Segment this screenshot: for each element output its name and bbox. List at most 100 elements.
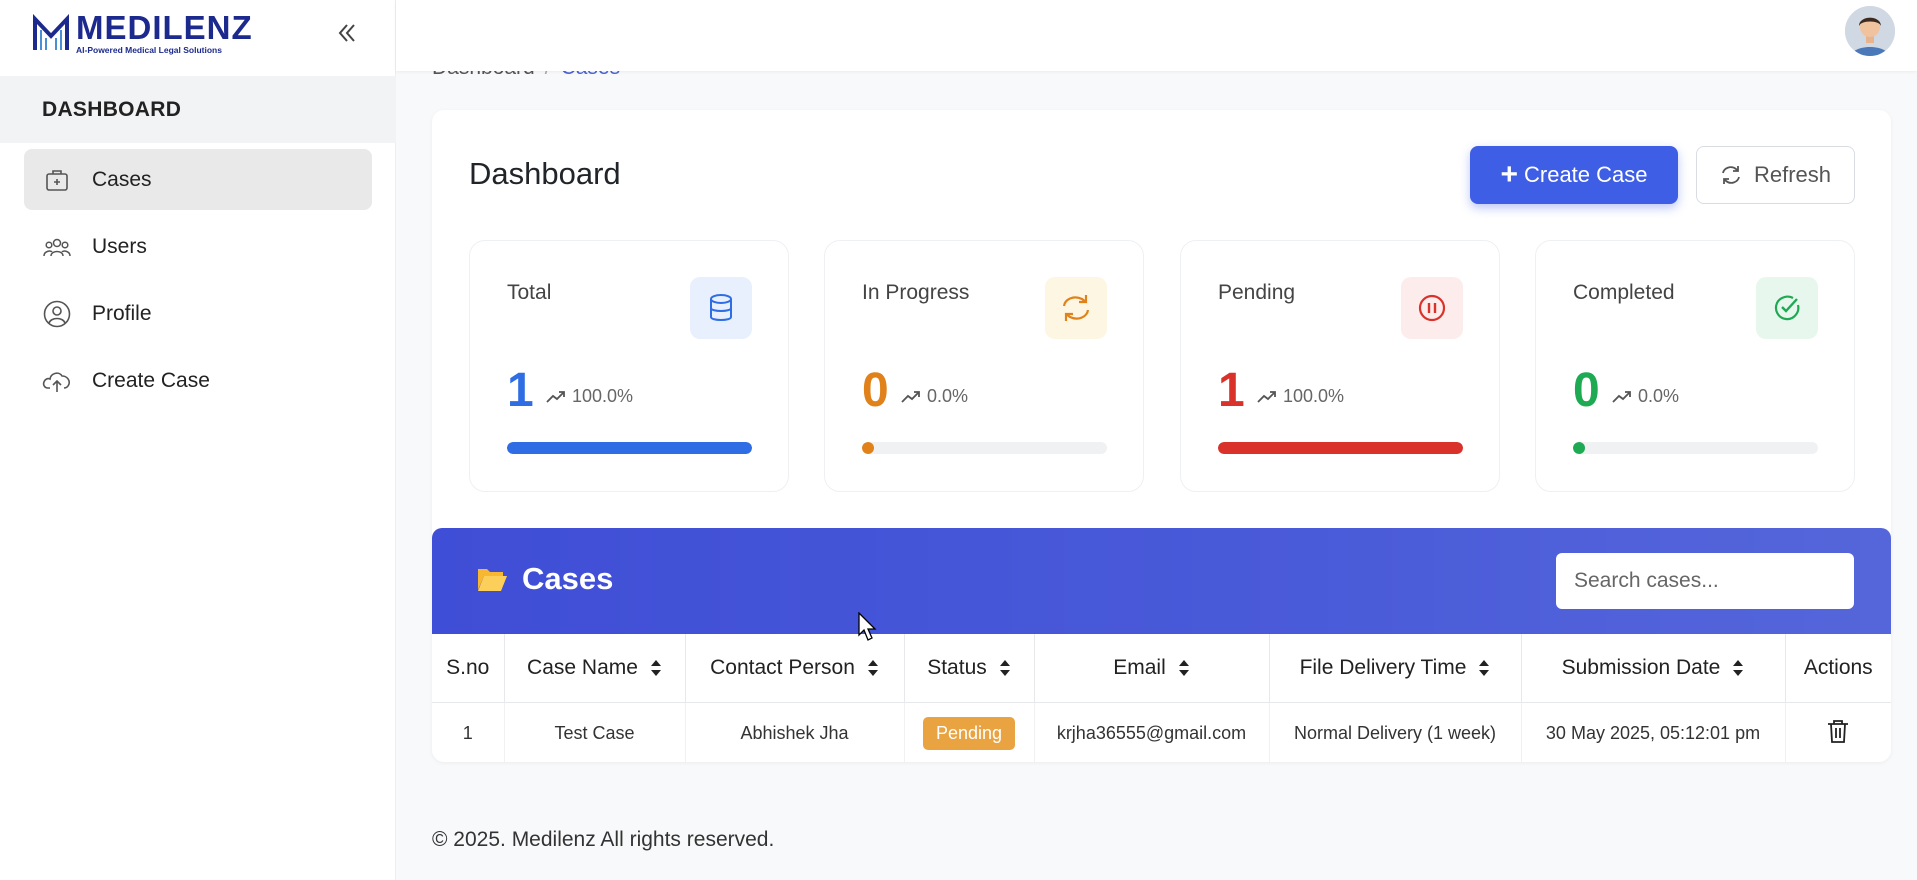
sidebar-item-label: Cases: [92, 167, 152, 191]
trend-up-icon: [1257, 390, 1276, 403]
sidebar: MEDILENZ AI-Powered Medical Legal Soluti…: [0, 0, 396, 880]
cell-submission-date: 30 May 2025, 05:12:01 pm: [1521, 702, 1786, 764]
check-circle-icon: [1756, 277, 1818, 339]
cell-email: krjha36555@gmail.com: [1034, 702, 1270, 764]
stat-percent: 100.0%: [546, 386, 633, 407]
sort-icon: [1479, 660, 1490, 677]
user-avatar[interactable]: [1845, 6, 1895, 56]
stat-value: 0: [1573, 364, 1600, 417]
cases-table: S.no Case Name Contact Person Status Ema…: [432, 634, 1891, 764]
folder-open-icon: [478, 569, 507, 591]
refresh-icon: [1722, 166, 1740, 184]
cell-file-delivery-time: Normal Delivery (1 week): [1269, 702, 1522, 764]
table-row[interactable]: 1 Test Case Abhishek Jha Pending krjha36…: [432, 702, 1891, 764]
sidebar-item-users[interactable]: Users: [24, 216, 372, 277]
stat-label: Total: [507, 281, 552, 304]
cases-title: Cases: [476, 561, 613, 597]
sidebar-item-profile[interactable]: Profile: [24, 283, 372, 344]
mouse-cursor-icon: [858, 612, 877, 641]
column-header-actions: Actions: [1785, 634, 1891, 703]
logo-mark-icon: [33, 13, 69, 50]
pause-circle-icon: [1401, 277, 1463, 339]
stat-progress-track: [507, 442, 752, 454]
column-header-status[interactable]: Status: [904, 634, 1035, 703]
top-header: [396, 0, 1917, 71]
stat-card-completed: Completed 0 0.0%: [1535, 240, 1855, 492]
cloud-upload-icon: [42, 366, 72, 396]
refresh-button[interactable]: Refresh: [1696, 146, 1855, 204]
cell-actions: [1785, 702, 1891, 764]
sort-icon: [650, 660, 661, 677]
plus-icon: +: [1500, 158, 1518, 191]
stat-card-in-progress: In Progress 0 0.0%: [824, 240, 1144, 492]
stat-percent-value: 100.0%: [572, 386, 634, 406]
stat-value: 0: [862, 364, 889, 417]
create-case-label: Create Case: [1524, 162, 1648, 187]
cell-contact-person: Abhishek Jha: [685, 702, 905, 764]
column-header-email[interactable]: Email: [1034, 634, 1270, 703]
trend-up-icon: [546, 390, 565, 403]
column-header-submission-date[interactable]: Submission Date: [1521, 634, 1786, 703]
stat-progress-track: [862, 442, 1107, 454]
sort-icon: [1733, 660, 1744, 677]
stat-percent-value: 0.0%: [927, 386, 969, 406]
sidebar-item-label: Create Case: [92, 368, 210, 392]
footer-copyright: © 2025. Medilenz All rights reserved.: [432, 828, 775, 851]
stat-percent-value: 0.0%: [1638, 386, 1680, 406]
double-chevron-left-icon: [338, 24, 355, 42]
cases-header: Cases: [432, 528, 1891, 634]
brand-logo[interactable]: MEDILENZ AI-Powered Medical Legal Soluti…: [32, 9, 253, 55]
cell-case-name: Test Case: [504, 702, 686, 764]
stat-percent: 0.0%: [1612, 386, 1679, 407]
stat-percent: 0.0%: [901, 386, 968, 407]
sidebar-section-title: DASHBOARD: [0, 76, 396, 143]
stat-progress-fill: [1218, 442, 1463, 454]
sort-icon: [1178, 660, 1189, 677]
stat-label: Pending: [1218, 281, 1296, 304]
stat-value: 1: [1218, 364, 1245, 417]
stat-progress-track: [1218, 442, 1463, 454]
users-icon: [42, 232, 72, 262]
column-header-case-name[interactable]: Case Name: [504, 634, 686, 703]
sidebar-nav: Cases Users Profile Create Case: [24, 149, 372, 417]
table-header-row: S.no Case Name Contact Person Status Ema…: [432, 634, 1891, 703]
sort-icon: [999, 660, 1010, 677]
refresh-label: Refresh: [1753, 162, 1832, 187]
sort-icon: [867, 660, 878, 677]
column-header-file-delivery-time[interactable]: File Delivery Time: [1269, 634, 1522, 703]
create-case-button[interactable]: + Create Case: [1470, 146, 1678, 204]
trash-icon[interactable]: [1826, 718, 1850, 744]
stat-progress-fill: [507, 442, 752, 454]
cases-title-text: Cases: [522, 561, 614, 596]
trend-up-icon: [901, 390, 920, 403]
stat-label: In Progress: [862, 281, 970, 304]
database-icon: [690, 277, 752, 339]
sidebar-item-label: Profile: [92, 301, 152, 325]
search-cases-input[interactable]: [1556, 553, 1854, 609]
stat-label: Completed: [1573, 281, 1675, 304]
briefcase-icon: [42, 165, 72, 195]
trend-up-icon: [1612, 390, 1631, 403]
cell-status: Pending: [904, 702, 1035, 764]
column-header-contact-person[interactable]: Contact Person: [685, 634, 905, 703]
page-title: Dashboard: [469, 156, 621, 191]
collapse-sidebar-button[interactable]: [332, 18, 362, 48]
stat-value: 1: [507, 364, 534, 417]
brand-tagline: AI-Powered Medical Legal Solutions: [76, 45, 222, 55]
stat-percent: 100.0%: [1257, 386, 1344, 407]
stat-progress-fill: [1573, 442, 1585, 454]
stat-percent-value: 100.0%: [1283, 386, 1345, 406]
status-badge: Pending: [922, 716, 1016, 750]
refresh-icon: [1045, 277, 1107, 339]
stat-progress-fill: [862, 442, 874, 454]
stat-progress-track: [1573, 442, 1818, 454]
sidebar-item-cases[interactable]: Cases: [24, 149, 372, 210]
column-header-sno: S.no: [432, 634, 505, 703]
avatar-icon: [1845, 6, 1895, 56]
cell-sno: 1: [432, 702, 505, 764]
sidebar-item-create-case[interactable]: Create Case: [24, 350, 372, 411]
user-circle-icon: [42, 299, 72, 329]
brand-name: MEDILENZ: [76, 9, 253, 46]
stat-card-total: Total 1 100.0%: [469, 240, 789, 492]
sidebar-item-label: Users: [92, 234, 147, 258]
